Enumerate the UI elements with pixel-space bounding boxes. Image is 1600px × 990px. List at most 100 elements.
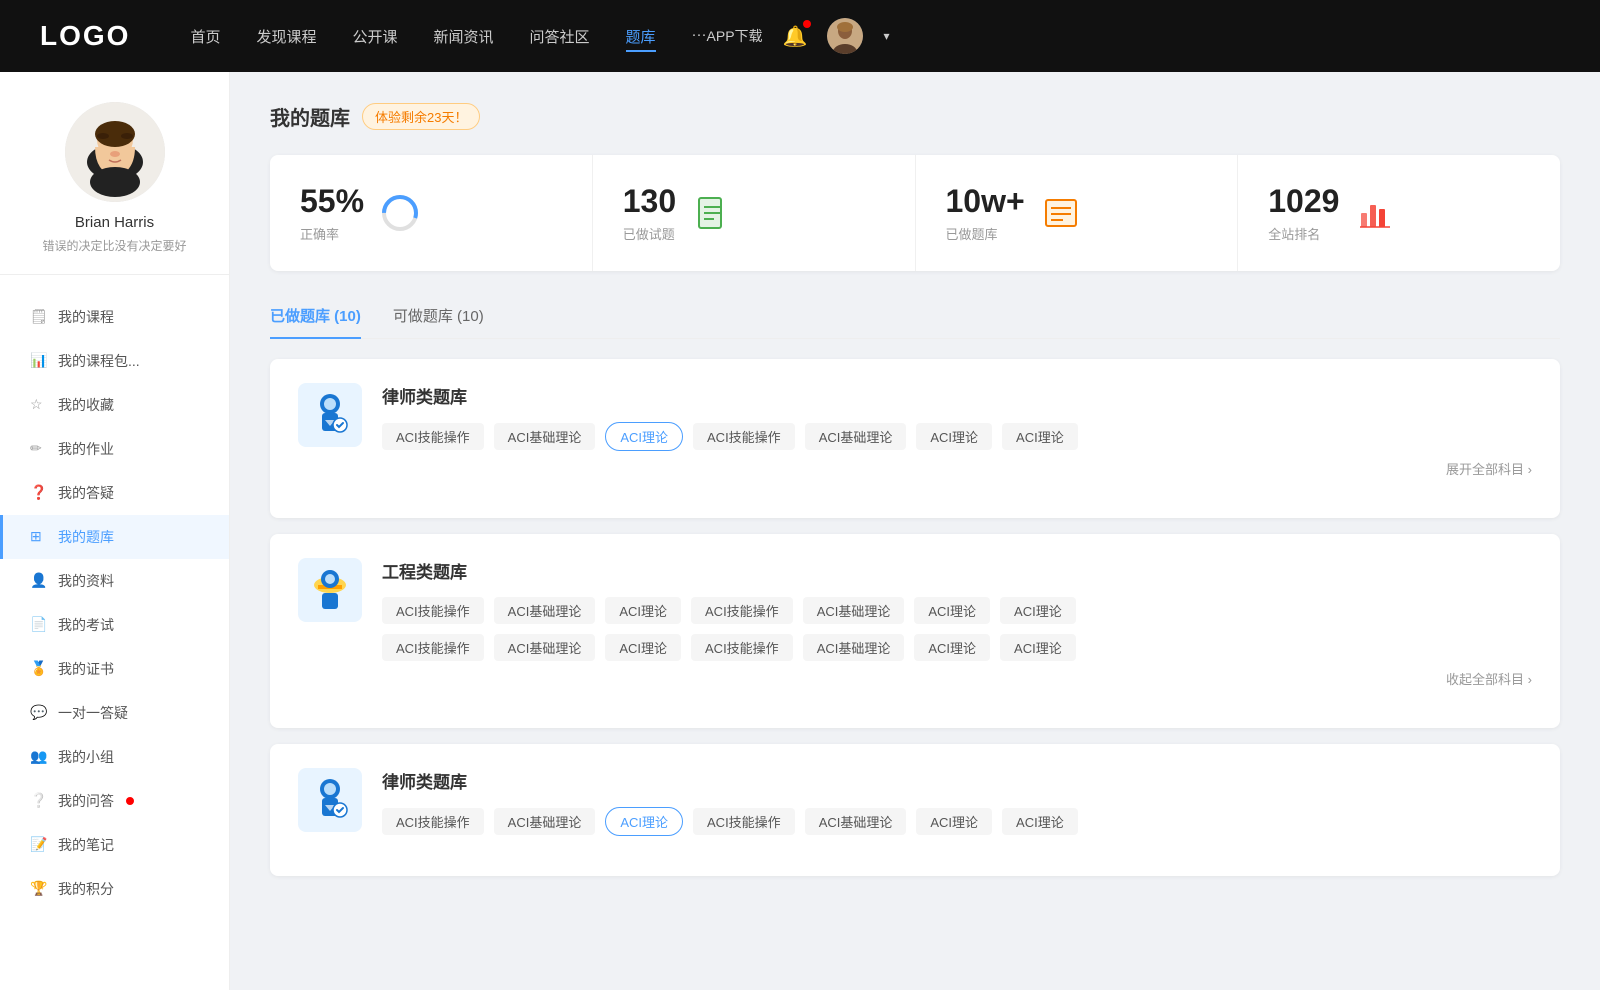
sidebar-menu-item[interactable]: 💬一对一答疑 — [0, 691, 229, 735]
user-avatar[interactable] — [827, 18, 863, 54]
tab[interactable]: 可做题库 (10) — [393, 295, 484, 338]
menu-icon: ☆ — [30, 396, 48, 414]
tab[interactable]: 已做题库 (10) — [270, 295, 361, 338]
subject-tag[interactable]: ACI理论 — [914, 634, 990, 661]
sidebar-menu-item[interactable]: 👤 我的资料 — [0, 559, 229, 603]
subject-tag[interactable]: ACI基础理论 — [805, 808, 907, 835]
user-dropdown-arrow[interactable]: ▾ — [883, 29, 889, 43]
subject-tag[interactable]: ACI理论 — [1002, 423, 1078, 450]
tags-second-row: ACI技能操作 ACI基础理论 ACI理论 ACI技能操作 ACI基础理论 ACI理论 AC… — [382, 634, 1532, 661]
nav-link[interactable]: 公开课 — [352, 29, 397, 46]
subject-tag[interactable]: ACI基础理论 — [494, 634, 596, 661]
subject-tag[interactable]: ACI理论 — [605, 807, 683, 836]
subject-tag[interactable]: ACI理论 — [914, 597, 990, 624]
nav-item[interactable]: 问答社区 — [530, 26, 590, 47]
subject-tag[interactable]: ACI理论 — [605, 597, 681, 624]
sidebar-menu-item[interactable]: 📄我的考试 — [0, 603, 229, 647]
stat-value: 55% — [300, 183, 364, 220]
subject-tag[interactable]: ACI技能操作 — [693, 423, 795, 450]
nav-link[interactable]: 问答社区 — [530, 29, 590, 46]
expand-link[interactable]: 收起全部科目 › — [382, 669, 1532, 688]
qbank-icon — [298, 383, 362, 447]
nav-link[interactable]: 首页 — [190, 29, 220, 46]
stat-label: 已做试题 — [623, 224, 676, 243]
sidebar-menu-item[interactable]: 📝我的笔记 — [0, 823, 229, 867]
expand-link[interactable]: 展开全部科目 › — [382, 459, 1532, 478]
sidebar-menu-item[interactable]: ✏我的作业 — [0, 427, 229, 471]
subject-tag[interactable]: ACI技能操作 — [691, 597, 793, 624]
subject-tag[interactable]: ACI理论 — [1000, 597, 1076, 624]
stat-info: 130 已做试题 — [623, 183, 676, 243]
qbank-title: 工程类题库 — [382, 558, 1532, 583]
sidebar-menu-item[interactable]: 📊我的课程包... — [0, 339, 229, 383]
stat-icon — [1355, 193, 1395, 233]
subject-tag[interactable]: ACI技能操作 — [691, 634, 793, 661]
subject-tag[interactable]: ACI基础理论 — [803, 634, 905, 661]
qbank-card-header: 工程类题库 ACI技能操作ACI基础理论ACI理论ACI技能操作ACI基础理论A… — [298, 558, 1532, 688]
qbank-card-body: 工程类题库 ACI技能操作ACI基础理论ACI理论ACI技能操作ACI基础理论A… — [382, 558, 1532, 688]
stats-row: 55% 正确率 130 已做试题 10w+ 已做题库 1029 全站排 — [270, 155, 1560, 271]
subject-tag[interactable]: ACI技能操作 — [693, 808, 795, 835]
subject-tag[interactable]: ACI技能操作 — [382, 423, 484, 450]
sidebar-menu-item[interactable]: ⊞我的题库 — [0, 515, 229, 559]
nav-item[interactable]: ··· — [692, 26, 707, 47]
notification-badge — [803, 20, 811, 28]
nav-item[interactable]: 首页 — [190, 26, 220, 47]
subject-tag[interactable]: ACI基础理论 — [803, 597, 905, 624]
sidebar-menu-item[interactable]: 🏆我的积分 — [0, 867, 229, 911]
stat-item: 1029 全站排名 — [1238, 155, 1560, 271]
trial-badge[interactable]: 体验剩余23天！ — [362, 103, 480, 130]
notification-bell[interactable]: 🔔 — [783, 24, 808, 49]
subject-tag[interactable]: ACI理论 — [916, 423, 992, 450]
stat-info: 1029 全站排名 — [1268, 183, 1339, 243]
menu-icon: ✏ — [30, 440, 48, 458]
menu-label: 一对一答疑 — [58, 703, 128, 723]
logo: LOGO — [40, 20, 130, 52]
nav-item[interactable]: 题库 — [626, 26, 656, 47]
subject-tag[interactable]: ACI技能操作 — [382, 808, 484, 835]
nav-item[interactable]: 公开课 — [352, 26, 397, 47]
page-wrapper: Brian Harris 错误的决定比没有决定要好 🗒我的课程📊我的课程包...… — [0, 72, 1600, 990]
nav-link[interactable]: 题库 — [626, 29, 656, 52]
subject-tag[interactable]: ACI理论 — [1002, 808, 1078, 835]
menu-label: 我的课程 — [58, 307, 114, 327]
subject-tag[interactable]: ACI理论 — [916, 808, 992, 835]
navbar: LOGO 首页 发现课程 公开课 新闻资讯 问答社区 题库 ··· APP下载 🔔 ▾ — [0, 0, 1600, 72]
subject-tag[interactable]: ACI基础理论 — [494, 808, 596, 835]
stat-value: 130 — [623, 183, 676, 220]
subject-tag[interactable]: ACI技能操作 — [382, 634, 484, 661]
nav-link[interactable]: ··· — [692, 26, 707, 43]
menu-notification-dot — [126, 797, 134, 805]
sidebar-menu-item[interactable]: 🗒我的课程 — [0, 295, 229, 339]
tags-row: ACI技能操作 ACI基础理论 ACI理论 ACI技能操作 ACI基础理论 ACI理论 AC… — [382, 422, 1532, 451]
subject-tag[interactable]: ACI基础理论 — [805, 423, 907, 450]
subject-tag[interactable]: ACI基础理论 — [494, 423, 596, 450]
menu-icon: 🏅 — [30, 660, 48, 678]
tags-row: ACI技能操作 ACI基础理论 ACI理论 ACI技能操作 ACI基础理论 ACI理论 AC… — [382, 807, 1532, 836]
subject-tag[interactable]: ACI理论 — [605, 634, 681, 661]
nav-item[interactable]: 发现课程 — [256, 26, 316, 47]
tabs: 已做题库 (10) 可做题库 (10) — [270, 295, 1560, 339]
menu-label: 我的题库 — [58, 527, 114, 547]
nav-menu: 首页 发现课程 公开课 新闻资讯 问答社区 题库 ··· — [190, 26, 706, 47]
nav-link[interactable]: 发现课程 — [256, 29, 316, 46]
sidebar-menu-item[interactable]: ❓我的答疑 — [0, 471, 229, 515]
sidebar-menu-item[interactable]: 👥我的小组 — [0, 735, 229, 779]
sidebar-menu-item[interactable]: ❔我的问答 — [0, 779, 229, 823]
subject-tag[interactable]: ACI理论 — [605, 422, 683, 451]
menu-label: 我的答疑 — [58, 483, 114, 503]
subject-tag[interactable]: ACI技能操作 — [382, 597, 484, 624]
menu-icon: 👤 — [30, 572, 48, 590]
qbank-card: 律师类题库 ACI技能操作ACI基础理论ACI理论ACI技能操作ACI基础理论A… — [270, 359, 1560, 518]
subject-tag[interactable]: ACI理论 — [1000, 634, 1076, 661]
subject-tag[interactable]: ACI基础理论 — [494, 597, 596, 624]
app-download-link[interactable]: APP下载 — [707, 26, 763, 46]
menu-label: 我的资料 — [58, 571, 114, 591]
sidebar-menu-item[interactable]: 🏅我的证书 — [0, 647, 229, 691]
menu-label: 我的笔记 — [58, 835, 114, 855]
sidebar-profile: Brian Harris 错误的决定比没有决定要好 — [0, 102, 229, 275]
menu-label: 我的积分 — [58, 879, 114, 899]
nav-link[interactable]: 新闻资讯 — [434, 29, 494, 46]
sidebar-menu-item[interactable]: ☆我的收藏 — [0, 383, 229, 427]
nav-item[interactable]: 新闻资讯 — [434, 26, 494, 47]
